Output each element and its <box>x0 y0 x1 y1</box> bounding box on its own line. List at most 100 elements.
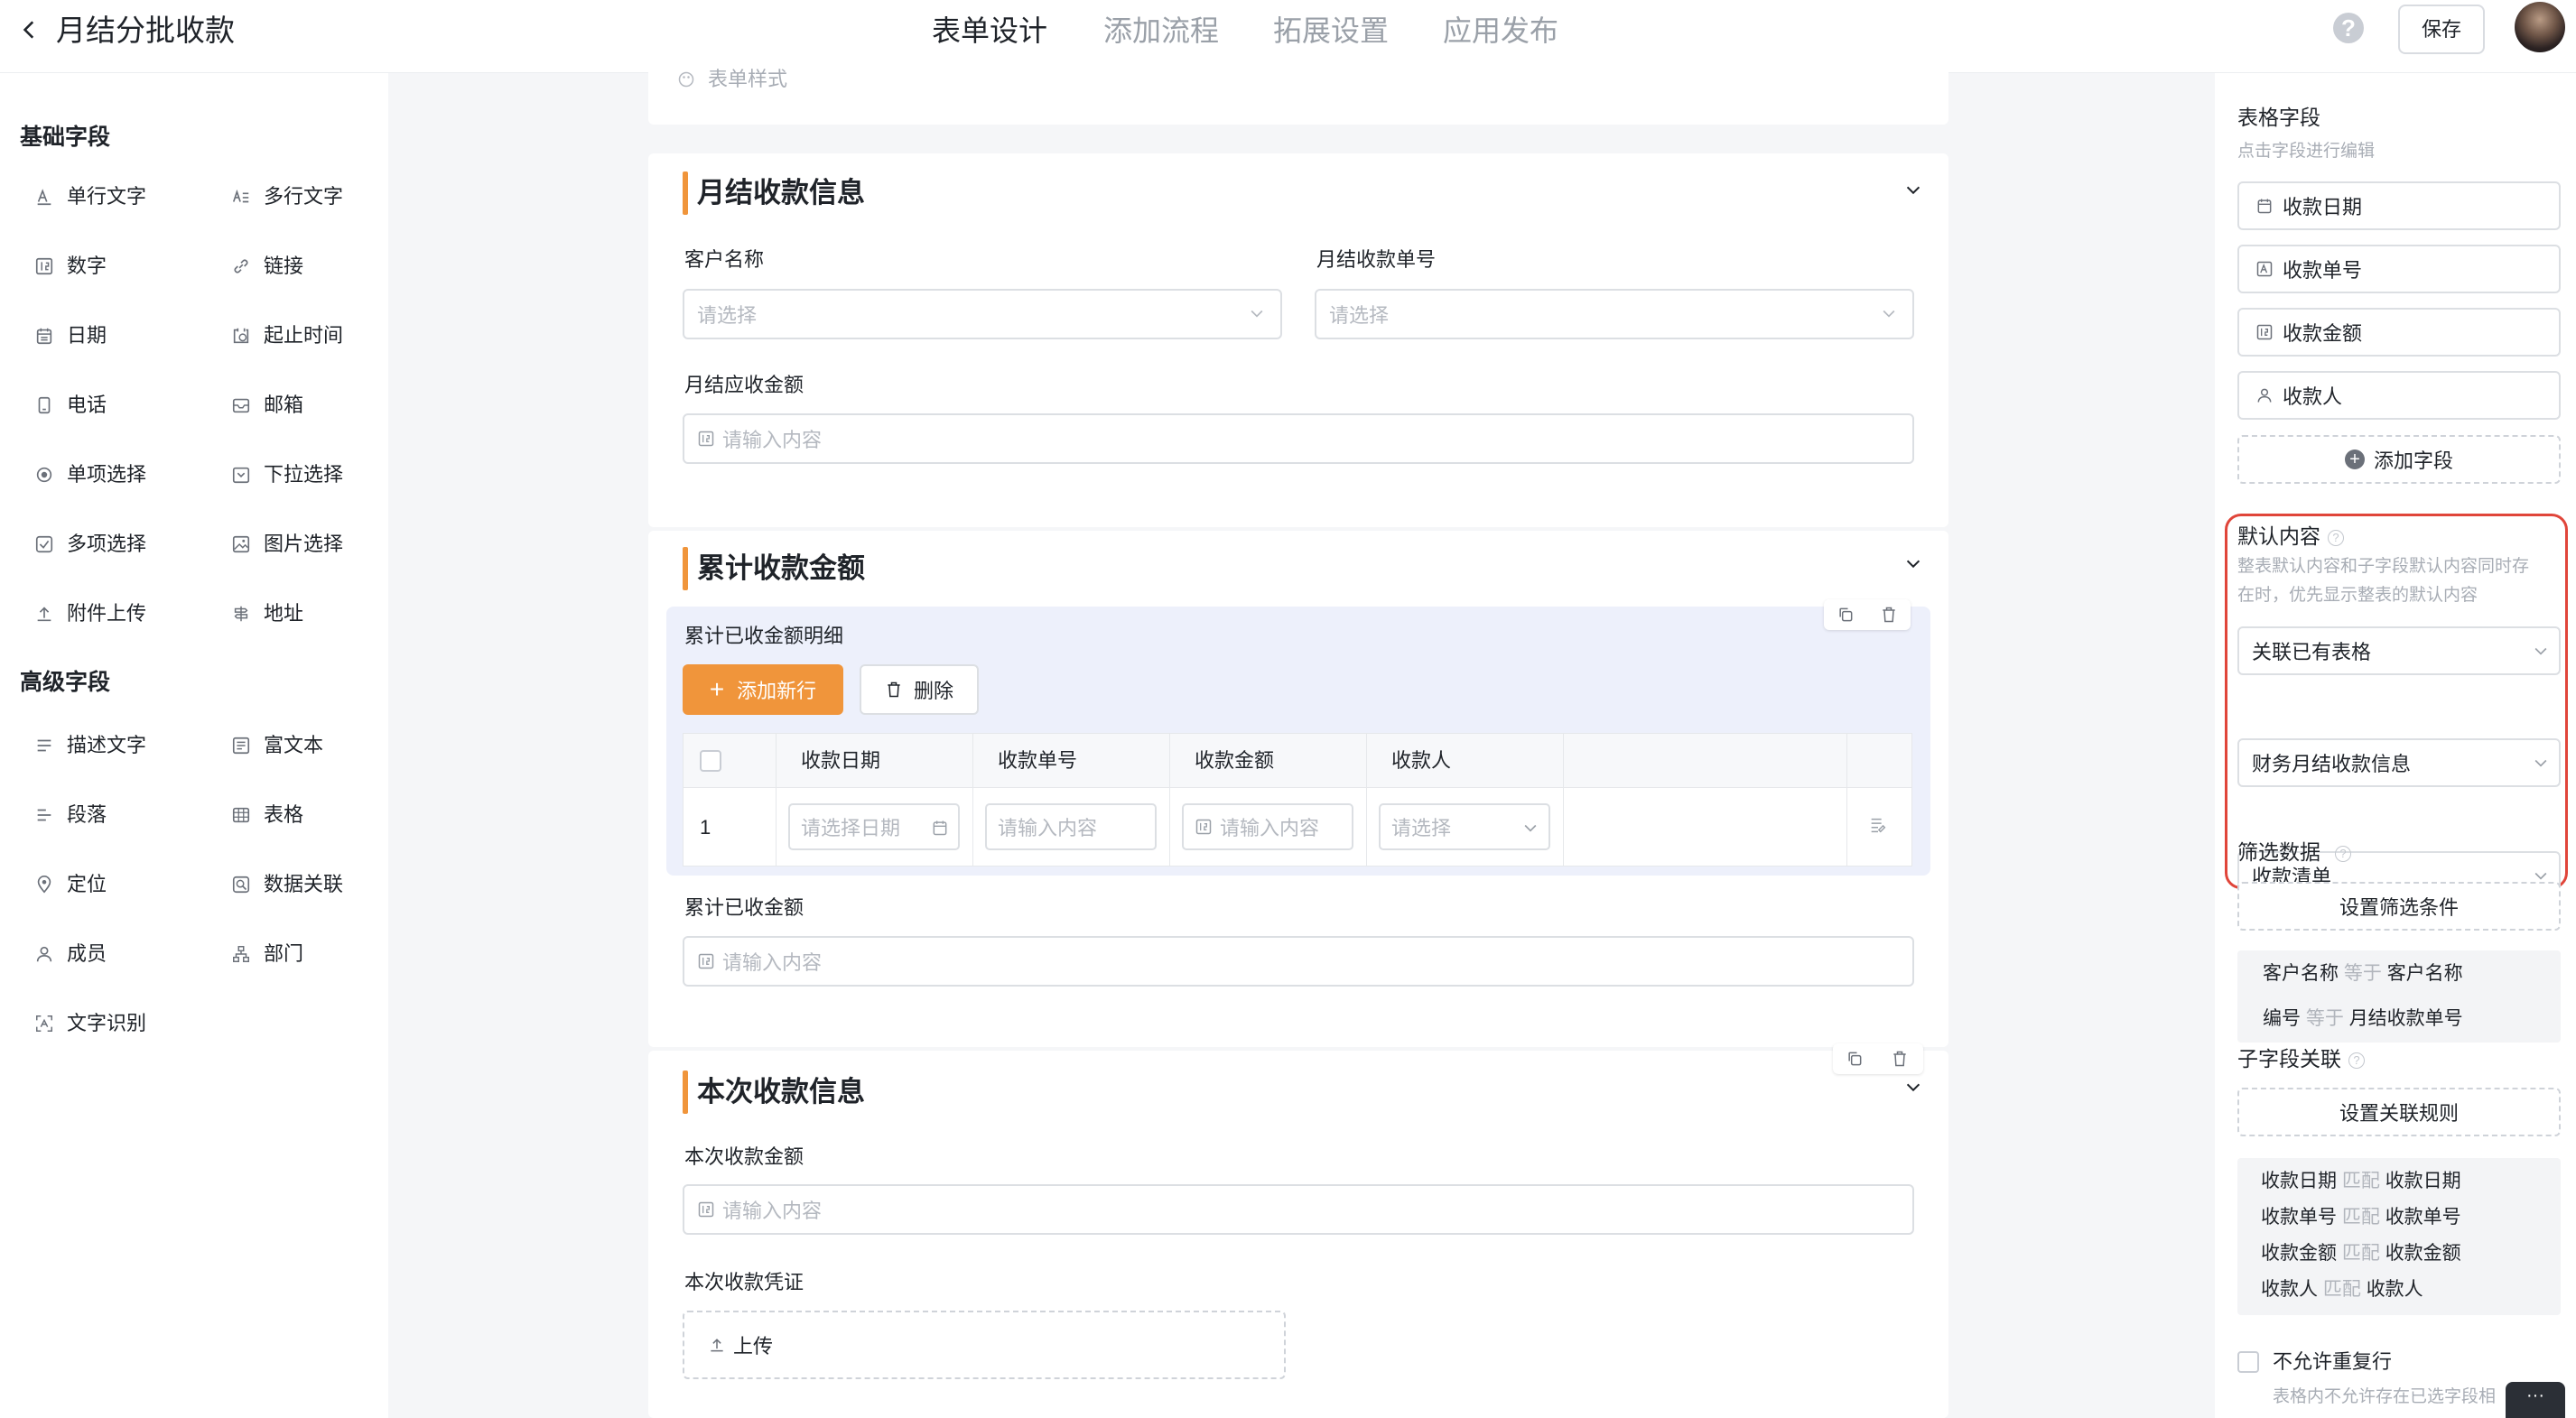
filter-data-title: 筛选数据? <box>2237 838 2351 867</box>
field-member[interactable]: 成员 <box>34 941 107 968</box>
add-row-button[interactable]: + 添加新行 <box>683 664 843 715</box>
field-phone[interactable]: 电话 <box>34 392 107 419</box>
field-ocr[interactable]: 文字识别 <box>34 1010 146 1037</box>
field-date[interactable]: 日期 <box>34 322 107 349</box>
set-filter-button[interactable]: 设置筛选条件 <box>2237 882 2561 931</box>
table-field-item[interactable]: 收款日期 <box>2237 181 2561 230</box>
field-paragraph[interactable]: 段落 <box>34 802 107 829</box>
collapse-chevron-icon[interactable] <box>1903 1078 1923 1098</box>
field-multi-select[interactable]: 多项选择 <box>34 531 146 558</box>
text-icon <box>37 189 51 206</box>
help-icon[interactable]: ? <box>2348 1052 2365 1069</box>
data-link-icon <box>232 876 250 894</box>
trash-icon[interactable] <box>1891 1050 1909 1068</box>
column-header: 收款日期 <box>801 749 881 772</box>
payment-amount-cell[interactable]: 请输入内容 <box>1182 803 1353 850</box>
trash-icon[interactable] <box>1880 606 1898 624</box>
field-description[interactable]: 描述文字 <box>34 732 146 759</box>
amount-icon <box>1195 819 1212 835</box>
copy-icon[interactable] <box>1837 606 1855 624</box>
basic-fields-title: 基础字段 <box>20 125 111 150</box>
field-table[interactable]: 表格 <box>231 802 303 829</box>
field-attachment[interactable]: 附件上传 <box>34 600 146 627</box>
link-rule: 收款日期 匹配 收款日期 <box>2261 1171 2461 1191</box>
section-accent-bar <box>683 171 688 215</box>
section-title: 月结收款信息 <box>697 177 865 209</box>
default-content-title: 默认内容? <box>2237 522 2344 551</box>
row-detail-icon[interactable] <box>1868 815 1888 835</box>
cumulative-total-input[interactable]: 请输入内容 <box>683 936 1914 987</box>
help-icon[interactable]: ? <box>2335 845 2351 862</box>
field-link[interactable]: 链接 <box>231 253 303 280</box>
customer-name-select[interactable]: 请选择 <box>683 289 1282 339</box>
field-address[interactable]: 地址 <box>231 600 303 627</box>
trash-icon <box>888 681 900 698</box>
no-duplicate-checkbox[interactable] <box>2237 1351 2259 1373</box>
image-icon <box>232 535 250 553</box>
monthly-order-select[interactable]: 请选择 <box>1315 289 1914 339</box>
chevron-down-icon <box>2534 759 2547 767</box>
upload-area[interactable]: 上传 <box>683 1311 1286 1379</box>
help-icon[interactable]: ? <box>2328 529 2344 546</box>
help-icon[interactable]: ? <box>2333 13 2364 43</box>
field-image-select[interactable]: 图片选择 <box>231 531 343 558</box>
field-dropdown[interactable]: 下拉选择 <box>231 461 343 488</box>
payment-no-cell[interactable]: 请输入内容 <box>985 803 1157 850</box>
section-current-payment: 本次收款信息 本次收款金额 请输入内容 本次收款凭证 上传 <box>648 1043 1948 1418</box>
field-location[interactable]: 定位 <box>34 871 107 898</box>
form-style-label[interactable]: 表单样式 <box>708 66 787 93</box>
table-fields-hint: 点击字段进行编辑 <box>2237 142 2376 161</box>
save-button[interactable]: 保存 <box>2398 5 2485 54</box>
field-single-select[interactable]: 单项选择 <box>34 461 146 488</box>
back-arrow-icon[interactable] <box>18 18 42 42</box>
field-time-range[interactable]: 起止时间 <box>231 322 343 349</box>
form-style-card: 表单样式 <box>648 54 1948 125</box>
payment-date-cell[interactable]: 请选择日期 <box>788 803 960 850</box>
delete-button[interactable]: 删除 <box>860 664 979 715</box>
section-title: 累计收款金额 <box>697 552 865 584</box>
radio-icon <box>36 467 52 483</box>
field-multi-text[interactable]: 多行文字 <box>231 183 343 210</box>
tab-form-design[interactable]: 表单设计 <box>932 9 1047 52</box>
subtable-block[interactable]: 累计已收金额明细 + 添加新行 删除 收款日期 收款单号 收款金额 收款人 1 请… <box>666 599 1930 876</box>
field-rich-text[interactable]: 富文本 <box>231 732 323 759</box>
field-single-text[interactable]: 单行文字 <box>34 183 146 210</box>
chevron-down-icon <box>1524 824 1537 832</box>
field-number[interactable]: 数字 <box>34 253 107 280</box>
tab-extend-settings[interactable]: 拓展设置 <box>1273 9 1389 52</box>
set-link-rule-button[interactable]: 设置关联规则 <box>2237 1088 2561 1136</box>
table-field-item[interactable]: 收款人 <box>2237 371 2561 420</box>
location-pin-icon <box>37 876 51 894</box>
phone-icon <box>38 396 51 414</box>
source-form-select[interactable]: 财务月结收款信息 <box>2237 738 2561 787</box>
column-header: 收款金额 <box>1195 749 1275 772</box>
chat-icon[interactable]: ··· <box>2506 1382 2565 1418</box>
add-field-button[interactable]: + 添加字段 <box>2237 435 2561 484</box>
time-range-icon <box>233 328 249 344</box>
link-mode-select[interactable]: 关联已有表格 <box>2237 626 2561 675</box>
column-header: 收款人 <box>1391 749 1452 772</box>
field-department[interactable]: 部门 <box>231 941 303 968</box>
section-accent-bar <box>683 1070 688 1114</box>
no-duplicate-hint: 表格内不允许存在已选字段相 <box>2273 1387 2497 1406</box>
section-cumulative: 累计收款金额 累计已收金额明细 + 添加新行 删除 收款日期 收款单号 收款金额 … <box>648 531 1948 1047</box>
default-content-hint-1: 整表默认内容和子字段默认内容同时存 <box>2237 557 2530 576</box>
field-palette: 基础字段 单行文字 多行文字 数字 链接 日期 起止时间 电话 邮箱 单项选择 … <box>0 73 388 1418</box>
current-amount-input[interactable]: 请输入内容 <box>683 1184 1914 1235</box>
section-accent-bar <box>683 547 688 590</box>
collapse-chevron-icon[interactable] <box>1903 554 1923 574</box>
select-all-checkbox[interactable] <box>700 750 721 772</box>
table-field-item[interactable]: 收款单号 <box>2237 245 2561 293</box>
monthly-amount-input[interactable]: 请输入内容 <box>683 413 1914 464</box>
collapse-chevron-icon[interactable] <box>1903 181 1923 200</box>
field-data-link[interactable]: 数据关联 <box>231 871 343 898</box>
field-email[interactable]: 邮箱 <box>231 392 303 419</box>
amount-icon <box>2256 324 2273 340</box>
copy-icon[interactable] <box>1846 1050 1864 1068</box>
checkbox-icon <box>35 535 53 553</box>
avatar[interactable] <box>2515 2 2565 52</box>
tab-add-flow[interactable]: 添加流程 <box>1103 9 1219 52</box>
table-field-item[interactable]: 收款金额 <box>2237 308 2561 357</box>
payee-cell[interactable]: 请选择 <box>1379 803 1550 850</box>
tab-app-publish[interactable]: 应用发布 <box>1443 9 1558 52</box>
